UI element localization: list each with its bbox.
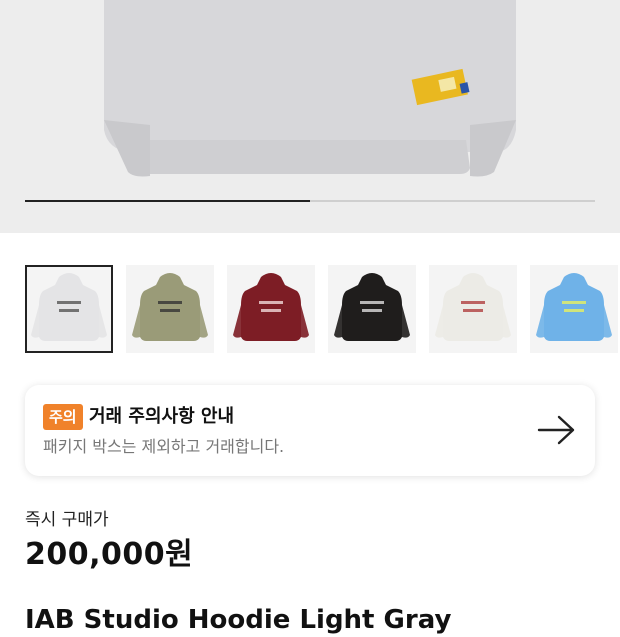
hoodie-thumbnail-image bbox=[132, 273, 208, 341]
price-label: 즉시 구매가 bbox=[25, 510, 109, 530]
thumbnail-strip bbox=[25, 265, 618, 353]
hoodie-thumbnail-image bbox=[31, 273, 107, 341]
product-hero-image[interactable] bbox=[0, 0, 620, 233]
hoodie-thumbnail-image bbox=[233, 273, 309, 341]
notice-description: 패키지 박스는 제외하고 거래합니다. bbox=[43, 437, 285, 456]
image-progress-bar bbox=[25, 200, 595, 202]
thumbnail-ivory-hoodie[interactable] bbox=[429, 265, 517, 353]
thumbnail-burgundy-hoodie[interactable] bbox=[227, 265, 315, 353]
trade-notice-card[interactable]: 주의 거래 주의사항 안내 패키지 박스는 제외하고 거래합니다. bbox=[25, 385, 595, 476]
hoodie-thumbnail-image bbox=[536, 273, 612, 341]
image-progress-fill bbox=[25, 200, 310, 202]
thumbnail-light-gray-hoodie[interactable] bbox=[25, 265, 113, 353]
thumbnail-black-hoodie[interactable] bbox=[328, 265, 416, 353]
thumbnail-sky-blue-hoodie[interactable] bbox=[530, 265, 618, 353]
caution-badge: 주의 bbox=[43, 404, 83, 430]
hoodie-thumbnail-image bbox=[334, 273, 410, 341]
thumbnail-khaki-hoodie[interactable] bbox=[126, 265, 214, 353]
product-title: IAB Studio Hoodie Light Gray bbox=[25, 605, 452, 635]
price-value: 200,000원 bbox=[25, 537, 194, 572]
hoodie-thumbnail-image bbox=[435, 273, 511, 341]
hoodie-image bbox=[104, 0, 516, 177]
arrow-right-icon[interactable] bbox=[537, 414, 577, 446]
notice-title: 거래 주의사항 안내 bbox=[89, 406, 235, 427]
